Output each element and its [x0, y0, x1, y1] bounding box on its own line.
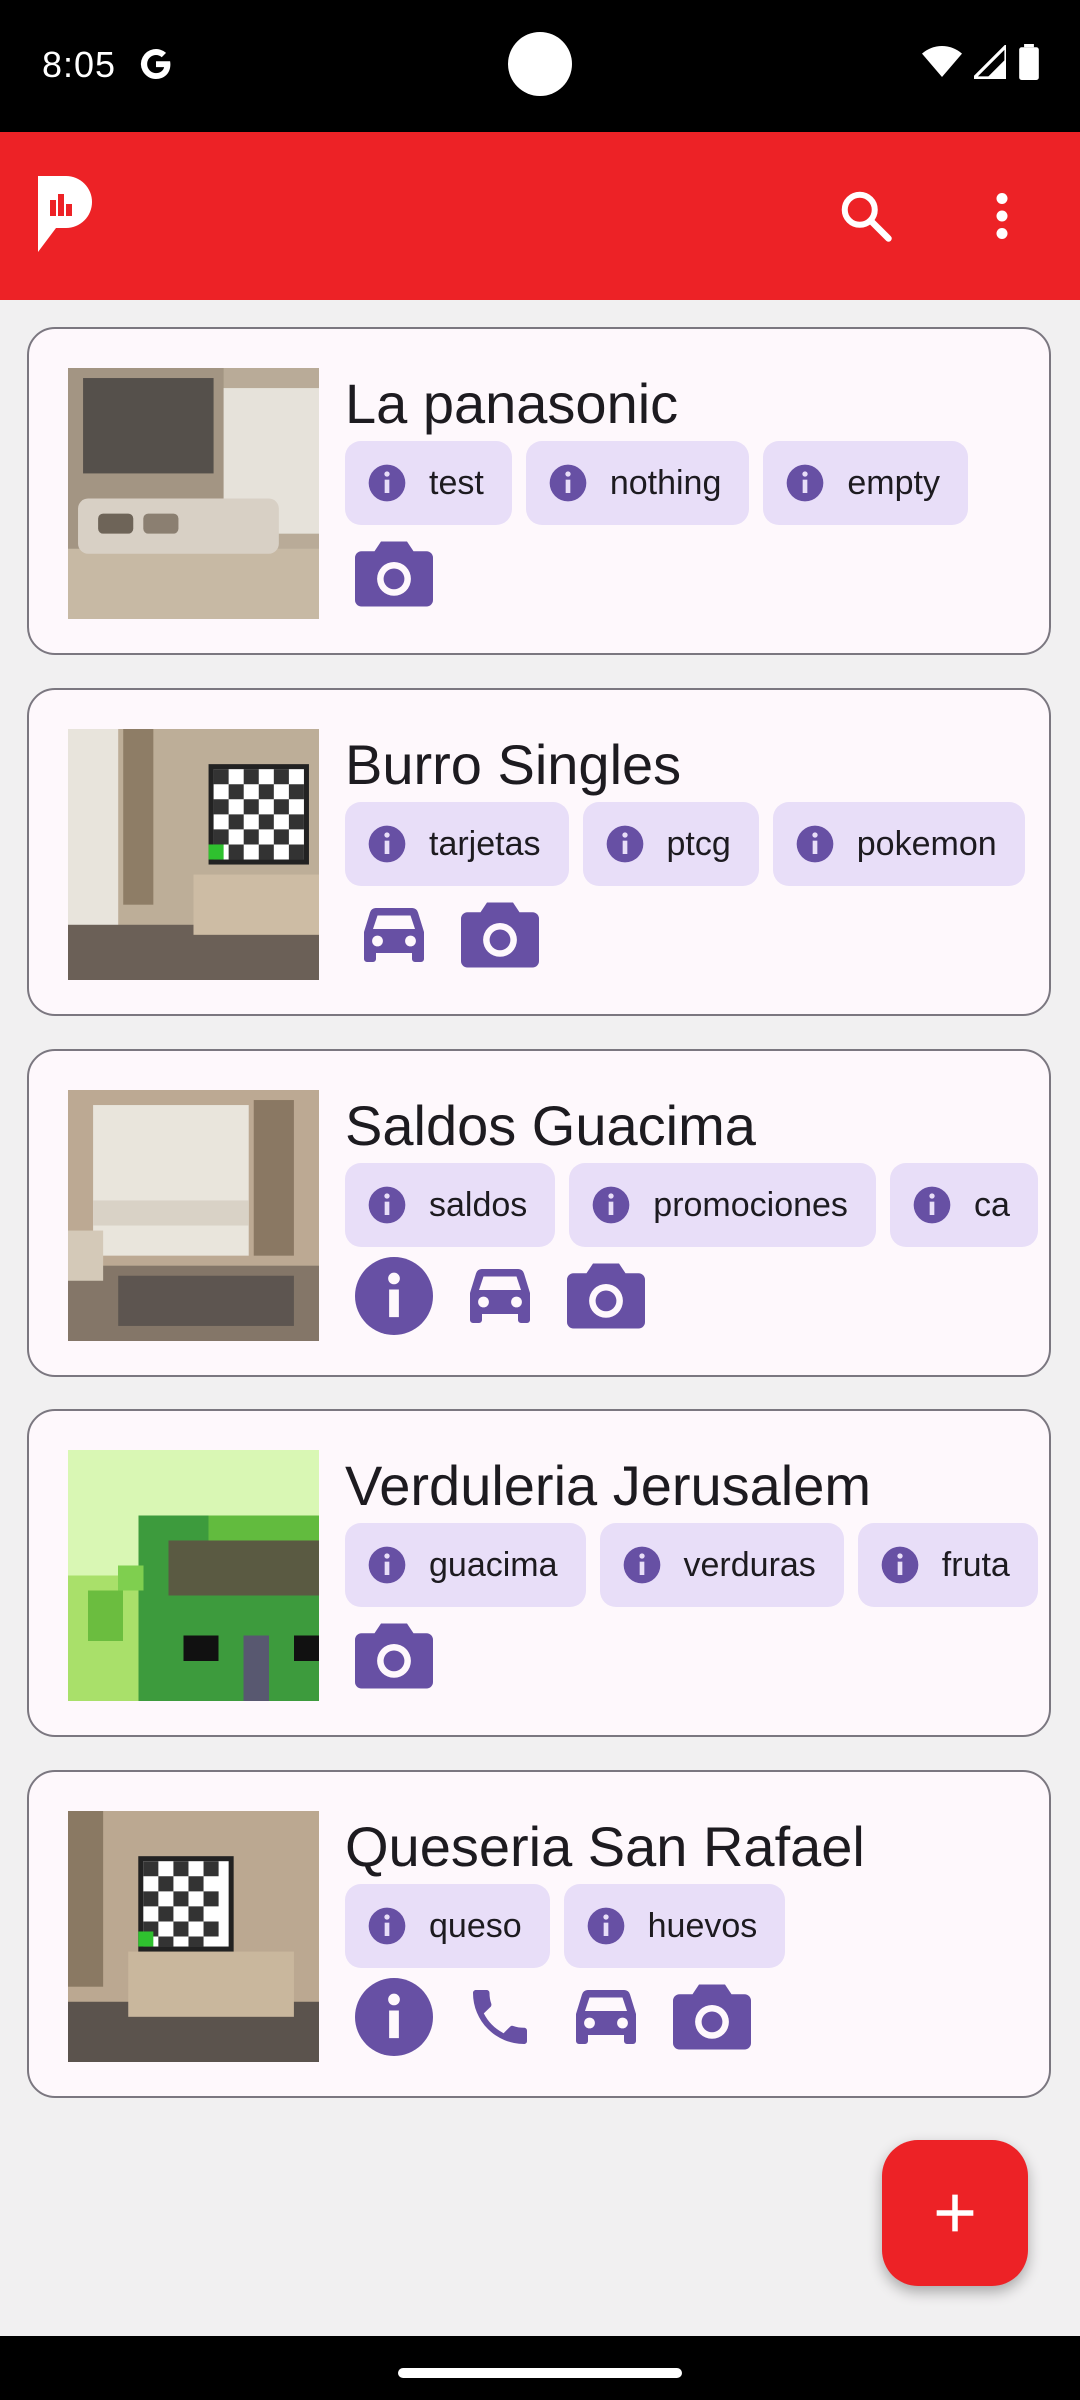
place-thumbnail: [68, 1811, 319, 2062]
tag-chip[interactable]: guacima: [345, 1523, 586, 1607]
info-icon: [587, 1907, 624, 1945]
tag-label: guacima: [429, 1545, 558, 1584]
info-icon: [368, 825, 406, 863]
info-icon: [606, 825, 643, 863]
camera-button[interactable]: [673, 1978, 751, 2056]
place-card[interactable]: Burro Singles tarjetas ptcg pokemon: [27, 688, 1051, 1016]
info-icon: [787, 464, 824, 502]
tag-chip[interactable]: ptcg: [582, 802, 759, 886]
tag-chip[interactable]: promociones: [569, 1163, 876, 1247]
system-nav-bar: [0, 2336, 1080, 2400]
place-title: Burro Singles: [345, 733, 682, 796]
tag-chip[interactable]: pokemon: [772, 802, 1025, 886]
add-place-button[interactable]: [882, 2140, 1028, 2286]
place-card[interactable]: Saldos Guacima saldos promociones ca: [27, 1049, 1051, 1377]
add-icon: [936, 2194, 974, 2232]
place-thumbnail: [68, 1450, 319, 1701]
tag-chip[interactable]: tarjetas: [345, 802, 569, 886]
place-thumbnail: [68, 729, 319, 980]
tag-chip[interactable]: huevos: [563, 1884, 786, 1968]
gesture-handle[interactable]: [398, 2368, 682, 2378]
status-time: 8:05: [42, 44, 117, 85]
tag-label: promociones: [653, 1185, 848, 1224]
tag-chip[interactable]: nothing: [525, 441, 750, 525]
info-icon: [913, 1186, 951, 1224]
directions-button[interactable]: [461, 1257, 539, 1335]
google-icon: [140, 49, 171, 80]
tag-label: empty: [847, 463, 940, 502]
tag-label: tarjetas: [429, 824, 541, 863]
status-bar: 8:05: [0, 0, 1080, 132]
place-card[interactable]: Queseria San Rafael queso huevos: [27, 1770, 1051, 2098]
info-icon: [355, 1978, 433, 2056]
info-icon: [549, 464, 587, 502]
search-icon[interactable]: [836, 186, 896, 246]
app-bar: [0, 132, 1080, 300]
tag-label: saldos: [429, 1185, 528, 1224]
place-thumbnail: [68, 1090, 319, 1341]
info-icon: [796, 825, 834, 863]
signal-icon: [974, 45, 1006, 79]
car-icon: [576, 1990, 636, 2044]
tag-chip[interactable]: saldos: [345, 1163, 556, 1247]
camera-button[interactable]: [567, 1257, 645, 1335]
call-button[interactable]: [461, 1978, 539, 2056]
info-icon: [368, 1186, 406, 1224]
camera-icon: [461, 902, 539, 968]
place-title: La panasonic: [345, 372, 679, 435]
tag-chip[interactable]: empty: [763, 441, 968, 525]
tag-chip[interactable]: ca: [889, 1163, 1038, 1247]
info-icon: [881, 1546, 919, 1584]
camera-icon: [355, 541, 433, 607]
camera-button[interactable]: [355, 1617, 433, 1695]
info-icon: [355, 1257, 433, 1335]
tag-label: verduras: [683, 1545, 816, 1584]
tag-chip[interactable]: queso: [345, 1884, 550, 1968]
tag-label: ptcg: [666, 824, 731, 863]
info-icon: [368, 464, 406, 502]
car-icon: [364, 908, 424, 962]
camera-icon: [567, 1263, 645, 1329]
place-card[interactable]: La panasonic test nothing empty: [27, 327, 1051, 655]
info-button[interactable]: [355, 1257, 433, 1335]
info-button[interactable]: [355, 1978, 433, 2056]
wifi-icon: [922, 46, 962, 77]
camera-icon: [673, 1984, 751, 2050]
tag-chip[interactable]: test: [345, 441, 512, 525]
battery-icon: [1019, 44, 1039, 80]
tag-label: test: [429, 463, 484, 502]
car-icon: [470, 1269, 530, 1323]
info-icon: [368, 1546, 406, 1584]
place-thumbnail: [68, 368, 319, 619]
tag-chip[interactable]: verduras: [599, 1523, 844, 1607]
phone-icon: [473, 1990, 527, 2044]
camera-icon: [355, 1623, 433, 1689]
more-vert-icon[interactable]: [972, 186, 1032, 246]
place-card[interactable]: Verduleria Jerusalem guacima verduras fr…: [27, 1409, 1051, 1737]
info-icon: [623, 1546, 660, 1584]
tag-label: ca: [973, 1185, 1010, 1224]
tag-chip[interactable]: fruta: [857, 1523, 1038, 1607]
camera-button[interactable]: [461, 896, 539, 974]
tag-label: fruta: [941, 1545, 1010, 1584]
tag-label: huevos: [647, 1906, 758, 1945]
place-title: Verduleria Jerusalem: [345, 1454, 872, 1517]
directions-button[interactable]: [355, 896, 433, 974]
directions-button[interactable]: [567, 1978, 645, 2056]
app-logo-icon: [38, 176, 92, 252]
info-icon: [592, 1186, 630, 1224]
camera-button[interactable]: [355, 535, 433, 613]
info-icon: [368, 1907, 406, 1945]
tag-label: nothing: [609, 463, 722, 502]
place-title: Saldos Guacima: [345, 1094, 756, 1157]
place-title: Queseria San Rafael: [345, 1815, 865, 1878]
camera-cutout: [508, 32, 572, 96]
tag-label: pokemon: [856, 824, 997, 863]
tag-label: queso: [429, 1906, 522, 1945]
